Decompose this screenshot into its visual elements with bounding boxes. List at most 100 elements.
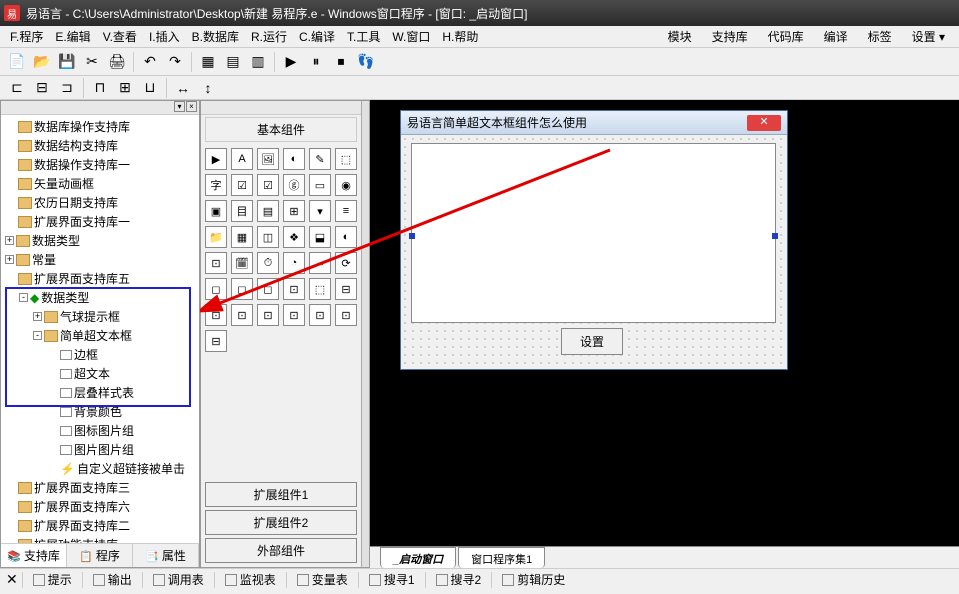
align-left-icon[interactable]: ⊏ <box>6 77 28 99</box>
component-item[interactable]: ◻ <box>231 278 253 300</box>
tree-node[interactable]: 扩展界面支持库五 <box>1 269 199 288</box>
component-item[interactable]: ▶ <box>205 148 227 170</box>
tree-node[interactable]: 层叠样式表 <box>1 383 199 402</box>
menu-build[interactable]: 编译 <box>814 26 858 47</box>
component-item[interactable]: ⊟ <box>205 330 227 352</box>
tree-node[interactable]: +气球提示框 <box>1 307 199 326</box>
run-icon[interactable]: ▶ <box>280 51 302 73</box>
dist-v-icon[interactable]: ↕ <box>197 77 219 99</box>
preview-close-icon[interactable]: ✕ <box>747 115 781 131</box>
panel-pin-icon[interactable]: ▾ <box>174 101 185 112</box>
component-item[interactable]: ◔ <box>283 252 305 274</box>
library-tree[interactable]: 数据库操作支持库数据结构支持库数据操作支持库一矢量动画框农历日期支持库扩展界面支… <box>1 115 199 543</box>
redo-icon[interactable]: ↷ <box>164 51 186 73</box>
align-right-icon[interactable]: ⊐ <box>56 77 78 99</box>
bottom-tips[interactable]: 提示 <box>27 569 78 590</box>
tree-node[interactable]: ⚡自定义超链接被单击 <box>1 459 199 478</box>
component-item[interactable]: ▭ <box>309 174 331 196</box>
bottom-clip-history[interactable]: 剪辑历史 <box>496 569 571 590</box>
component-item[interactable]: ▤ <box>257 200 279 222</box>
menu-program[interactable]: F.程序 <box>4 26 49 47</box>
tree-node[interactable]: 扩展界面支持库六 <box>1 497 199 516</box>
footprint-icon[interactable]: 👣 <box>355 51 377 73</box>
align-middle-icon[interactable]: ⊞ <box>114 77 136 99</box>
component-item[interactable]: ◐ <box>283 148 305 170</box>
tree-node[interactable]: -简单超文本框 <box>1 326 199 345</box>
menu-tools[interactable]: T.工具 <box>341 26 386 47</box>
component-item[interactable]: ⊡ <box>309 304 331 326</box>
open-icon[interactable]: 📂 <box>31 51 53 73</box>
component-item[interactable]: ☑ <box>257 174 279 196</box>
component-item[interactable]: ≡ <box>335 200 357 222</box>
component-item[interactable]: ✎ <box>309 148 331 170</box>
component-item[interactable]: ⊡ <box>283 278 305 300</box>
ext-components-2-button[interactable]: 扩展组件2 <box>205 510 357 535</box>
print-icon[interactable]: 🖨 <box>106 51 128 73</box>
tree-node[interactable]: 数据结构支持库 <box>1 136 199 155</box>
doc-tab-window-assembly[interactable]: 窗口程序集1 <box>458 547 545 568</box>
component-item[interactable]: ⊡ <box>205 252 227 274</box>
stop-icon[interactable]: ⏹ <box>330 51 352 73</box>
preview-richtextbox[interactable] <box>411 143 776 323</box>
tree-node[interactable]: 数据操作支持库一 <box>1 155 199 174</box>
component-item[interactable]: ⬚ <box>335 148 357 170</box>
tab-program[interactable]: 📋 程序 <box>67 544 133 567</box>
layout3-icon[interactable]: ▥ <box>247 51 269 73</box>
tree-node[interactable]: 农历日期支持库 <box>1 193 199 212</box>
component-item[interactable]: A <box>231 148 253 170</box>
layout1-icon[interactable]: ▦ <box>197 51 219 73</box>
pause-icon[interactable]: ⏸ <box>305 51 327 73</box>
menu-support-lib[interactable]: 支持库 <box>702 26 758 47</box>
dist-h-icon[interactable]: ↔ <box>172 77 194 99</box>
component-item[interactable]: ❖ <box>283 226 305 248</box>
tree-node[interactable]: 超文本 <box>1 364 199 383</box>
bottom-call-stack[interactable]: 调用表 <box>147 569 210 590</box>
component-item[interactable]: 🗓 <box>231 252 253 274</box>
tree-node[interactable]: 数据库操作支持库 <box>1 117 199 136</box>
tree-node[interactable]: 扩展功能支持库一 <box>1 535 199 543</box>
save-icon[interactable]: 💾 <box>56 51 78 73</box>
ext-components-1-button[interactable]: 扩展组件1 <box>205 482 357 507</box>
component-scrollbar[interactable] <box>361 101 369 567</box>
tree-node[interactable]: 扩展界面支持库一 <box>1 212 199 231</box>
menu-window[interactable]: W.窗口 <box>386 26 436 47</box>
component-item[interactable]: ⊡ <box>335 304 357 326</box>
bottom-output[interactable]: 输出 <box>87 569 138 590</box>
panel-close-icon[interactable]: × <box>186 101 197 112</box>
component-item[interactable]: ⬓ <box>309 226 331 248</box>
menu-tags[interactable]: 标签 <box>858 26 902 47</box>
component-item[interactable]: ⊡ <box>231 304 253 326</box>
layout2-icon[interactable]: ▤ <box>222 51 244 73</box>
tree-node[interactable]: +数据类型 <box>1 231 199 250</box>
menu-database[interactable]: B.数据库 <box>186 26 245 47</box>
component-item[interactable]: 字 <box>205 174 227 196</box>
component-item[interactable]: ◐ <box>335 226 357 248</box>
component-item[interactable]: ⊡ <box>257 304 279 326</box>
menu-compile[interactable]: C.编译 <box>293 26 341 47</box>
tree-node[interactable]: 边框 <box>1 345 199 364</box>
tree-node[interactable]: -◆数据类型 <box>1 288 199 307</box>
menu-code-lib[interactable]: 代码库 <box>758 26 814 47</box>
new-icon[interactable]: 📄 <box>6 51 28 73</box>
component-item[interactable]: ▦ <box>231 226 253 248</box>
component-item[interactable]: 📁 <box>205 226 227 248</box>
tab-properties[interactable]: 📑 属性 <box>133 544 199 567</box>
bottom-search2[interactable]: 搜寻2 <box>430 569 488 590</box>
align-top-icon[interactable]: ⊓ <box>89 77 111 99</box>
component-item[interactable]: ◫ <box>257 226 279 248</box>
preview-settings-button[interactable]: 设置 <box>561 328 623 355</box>
preview-client-area[interactable]: 设置 <box>401 135 787 369</box>
close-icon[interactable]: ✕ <box>6 571 18 588</box>
menu-edit[interactable]: E.编辑 <box>49 26 96 47</box>
doc-tab-startup-window[interactable]: _启动窗口 <box>380 547 456 568</box>
component-item[interactable]: ⟳ <box>335 252 357 274</box>
menu-module[interactable]: 模块 <box>658 26 702 47</box>
tree-node[interactable]: 背景颜色 <box>1 402 199 421</box>
align-center-icon[interactable]: ⊟ <box>31 77 53 99</box>
component-item[interactable]: 🖼 <box>257 148 279 170</box>
component-item[interactable]: 目 <box>231 200 253 222</box>
tree-node[interactable]: 扩展界面支持库二 <box>1 516 199 535</box>
tree-node[interactable]: 扩展界面支持库三 <box>1 478 199 497</box>
component-item[interactable]: ▣ <box>205 200 227 222</box>
bottom-watch[interactable]: 监视表 <box>219 569 282 590</box>
